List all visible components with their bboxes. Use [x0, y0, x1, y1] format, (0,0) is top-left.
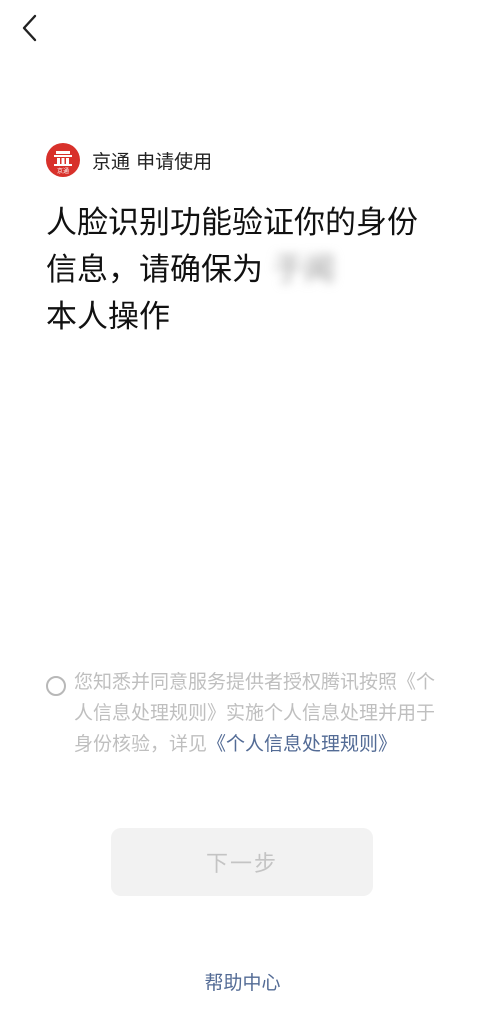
- headline-suffix: 本人操作: [46, 299, 170, 335]
- privacy-rules-link[interactable]: 《个人信息处理规则》: [207, 733, 397, 755]
- next-step-button[interactable]: 下一步: [111, 828, 373, 896]
- consent-radio[interactable]: [46, 676, 66, 696]
- app-name: 京通: [92, 150, 131, 173]
- consent-agreement: 您知悉并同意服务提供者授权腾讯按照《个人信息处理规则》实施个人信息处理并用于身份…: [46, 667, 438, 760]
- app-request-label: 京通 申请使用: [92, 147, 212, 174]
- jingtong-logo-icon: 京通: [46, 143, 80, 177]
- help-center-link[interactable]: 帮助中心: [0, 968, 485, 995]
- headline-text: 人脸识别功能验证你的身份信息，请确保为: [46, 205, 418, 288]
- back-button[interactable]: [12, 10, 48, 46]
- app-request-text: 申请使用: [136, 150, 213, 173]
- app-request-row: 京通 京通 申请使用: [46, 142, 212, 178]
- logo-text: 京通: [57, 167, 69, 175]
- chevron-left-icon: [22, 14, 37, 42]
- consent-text: 您知悉并同意服务提供者授权腾讯按照《个人信息处理规则》实施个人信息处理并用于身份…: [74, 667, 438, 760]
- masked-user-name: 于闻: [273, 252, 335, 288]
- page-title: 人脸识别功能验证你的身份信息，请确保为 于闻 本人操作: [46, 200, 446, 341]
